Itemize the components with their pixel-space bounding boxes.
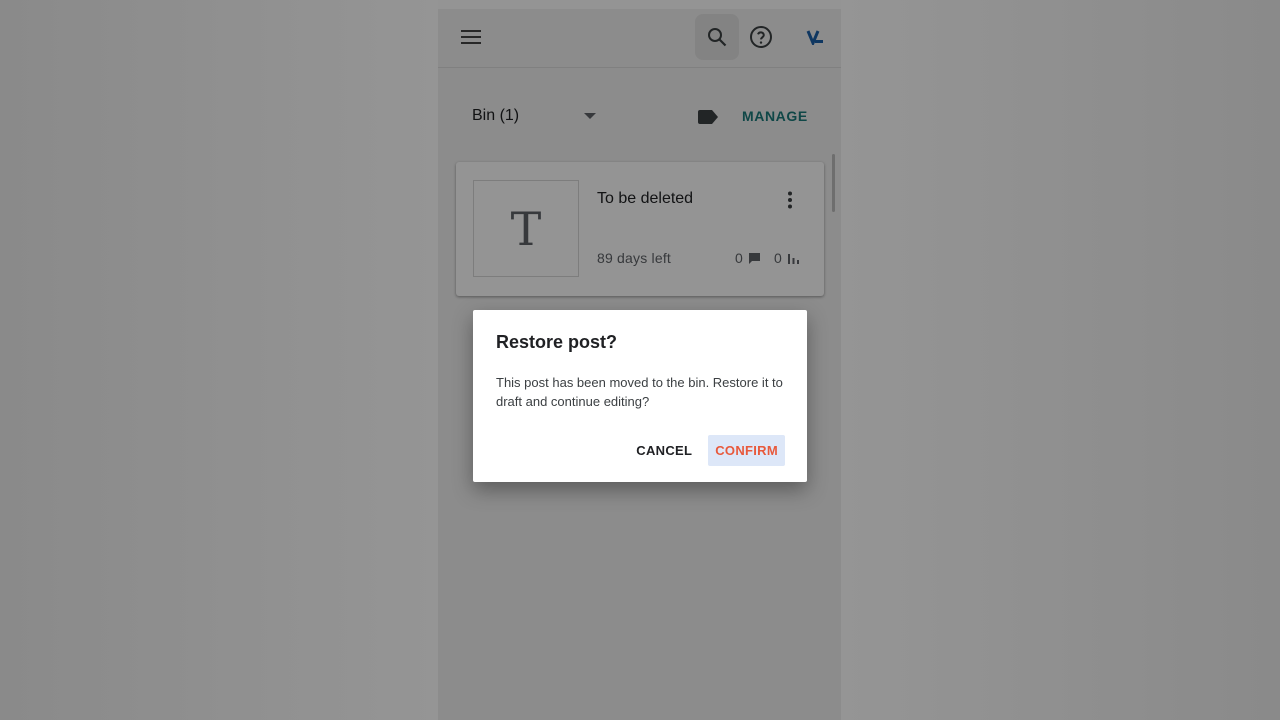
dialog-message: This post has been moved to the bin. Res… — [496, 375, 783, 409]
background-right — [841, 0, 1280, 720]
restore-post-dialog: Restore post? This post has been moved t… — [473, 310, 807, 482]
background-left — [0, 0, 438, 720]
cancel-button[interactable]: CANCEL — [628, 435, 700, 466]
confirm-button[interactable]: CONFIRM — [708, 435, 785, 466]
dialog-actions: CANCEL CONFIRM — [628, 435, 785, 466]
dialog-title: Restore post? — [496, 332, 618, 352]
